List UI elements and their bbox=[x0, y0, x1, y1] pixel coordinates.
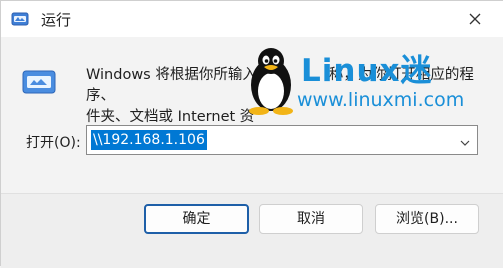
title-bar[interactable]: 运行 bbox=[1, 1, 503, 37]
tux-penguin-icon bbox=[241, 45, 301, 115]
watermark-url: www.linuxmi.com bbox=[297, 89, 465, 111]
browse-button[interactable]: 浏览(B)... bbox=[375, 204, 479, 234]
watermark-logo: Linux迷 www.linuxmi.com bbox=[241, 45, 485, 115]
description-line1: Windows 将根据你所输入 bbox=[86, 67, 257, 83]
ok-button[interactable]: 确定 bbox=[144, 204, 249, 234]
run-app-icon bbox=[11, 11, 29, 27]
run-dialog: 运行 Windows 将根据你所输入 称，为你打开相应的程序、 件夹、文档或 In… bbox=[0, 0, 503, 268]
open-label: 打开(O): bbox=[26, 135, 81, 151]
chevron-down-icon[interactable] bbox=[459, 134, 471, 146]
cancel-button[interactable]: 取消 bbox=[259, 204, 363, 234]
close-icon[interactable] bbox=[465, 9, 485, 29]
window-title: 运行 bbox=[41, 11, 72, 29]
watermark-word: Linux迷 bbox=[301, 53, 433, 89]
open-input-value[interactable]: \\192.168.1.106 bbox=[91, 130, 207, 150]
open-combobox[interactable]: \\192.168.1.106 bbox=[86, 125, 478, 155]
run-program-icon bbox=[21, 67, 57, 97]
